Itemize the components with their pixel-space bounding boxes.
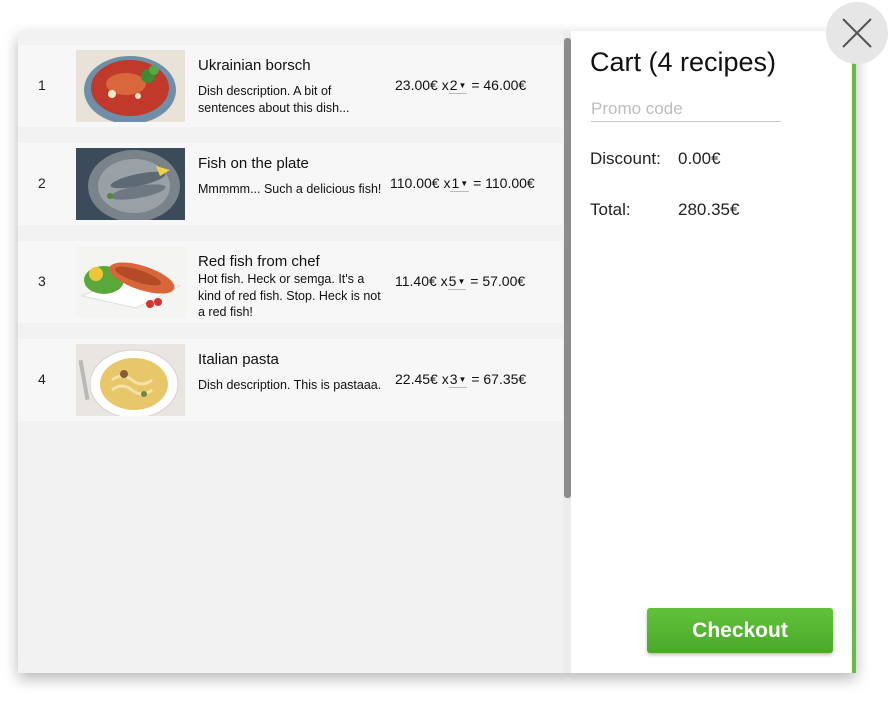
cart-summary: Cart (4 recipes) Discount: 0.00€ Total: …: [571, 31, 851, 673]
dropdown-arrow-icon: ▼: [458, 81, 467, 90]
promo-code-input[interactable]: [591, 97, 781, 122]
quantity-select[interactable]: 3▼: [448, 371, 468, 388]
quantity-value: 2: [449, 77, 458, 93]
item-number: 3: [38, 273, 46, 289]
dish-image: [76, 344, 185, 416]
cart-title: Cart (4 recipes): [590, 47, 777, 77]
dish-image: [76, 50, 185, 122]
dropdown-arrow-icon: ▼: [457, 277, 466, 286]
list-item: 3 Red fish from chef Hot fish. Heck or s…: [18, 241, 563, 323]
line-total: = 67.35€: [471, 371, 527, 387]
close-button[interactable]: [826, 2, 888, 64]
dropdown-arrow-icon: ▼: [458, 375, 467, 384]
quantity-select[interactable]: 2▼: [448, 77, 468, 94]
item-description: Dish description. A bit of sentences abo…: [198, 84, 350, 115]
close-icon: [842, 18, 872, 48]
line-total: = 57.00€: [470, 273, 526, 289]
discount-label: Discount:: [590, 149, 661, 168]
unit-price: 11.40€ x: [395, 273, 448, 289]
item-price-line: 110.00€ x1▼ = 110.00€: [390, 175, 535, 192]
item-title: Ukrainian borsch: [198, 57, 311, 74]
item-number: 2: [38, 175, 46, 191]
item-title: Fish on the plate: [198, 155, 309, 172]
accent-bar: [852, 31, 856, 673]
checkout-button[interactable]: Checkout: [647, 608, 833, 653]
list-item: 4 Italian pasta Dish description. This i…: [18, 339, 563, 421]
item-description: Mmmmm... Such a delicious fish!: [198, 182, 382, 196]
quantity-value: 1: [451, 175, 460, 191]
quantity-select[interactable]: 5▼: [447, 273, 467, 290]
item-price-line: 22.45€ x3▼ = 67.35€: [395, 371, 526, 388]
unit-price: 22.45€ x: [395, 371, 449, 387]
item-number: 4: [38, 371, 46, 387]
recipe-list: 1 Ukrainian borsch Dish description. A b…: [18, 31, 563, 673]
scrollbar-thumb[interactable]: [564, 38, 571, 498]
dropdown-arrow-icon: ▼: [460, 179, 469, 188]
unit-price: 110.00€ x: [390, 175, 451, 191]
dish-image: [76, 148, 185, 220]
item-description: Hot fish. Heck or semga. It's a kind of …: [198, 272, 381, 319]
quantity-value: 3: [449, 371, 458, 387]
item-description: Dish description. This is pastaaa.: [198, 378, 382, 392]
dish-image: [76, 246, 185, 318]
item-title: Red fish from chef: [198, 253, 320, 270]
item-price-line: 23.00€ x2▼ = 46.00€: [395, 77, 526, 94]
list-item: 1 Ukrainian borsch Dish description. A b…: [18, 45, 563, 127]
total-label: Total:: [590, 200, 631, 219]
quantity-value: 5: [448, 273, 457, 289]
line-total: = 46.00€: [471, 77, 527, 93]
list-item: 2 Fish on the plate Mmmmm... Such a deli…: [18, 143, 563, 225]
total-value: 280.35€: [678, 200, 740, 219]
unit-price: 23.00€ x: [395, 77, 449, 93]
discount-value: 0.00€: [678, 149, 721, 168]
item-title: Italian pasta: [198, 351, 279, 368]
item-price-line: 11.40€ x5▼ = 57.00€: [395, 273, 525, 290]
quantity-select[interactable]: 1▼: [450, 175, 470, 192]
line-total: = 110.00€: [473, 175, 535, 191]
item-number: 1: [38, 77, 46, 93]
cart-panel: 1 Ukrainian borsch Dish description. A b…: [18, 31, 856, 673]
